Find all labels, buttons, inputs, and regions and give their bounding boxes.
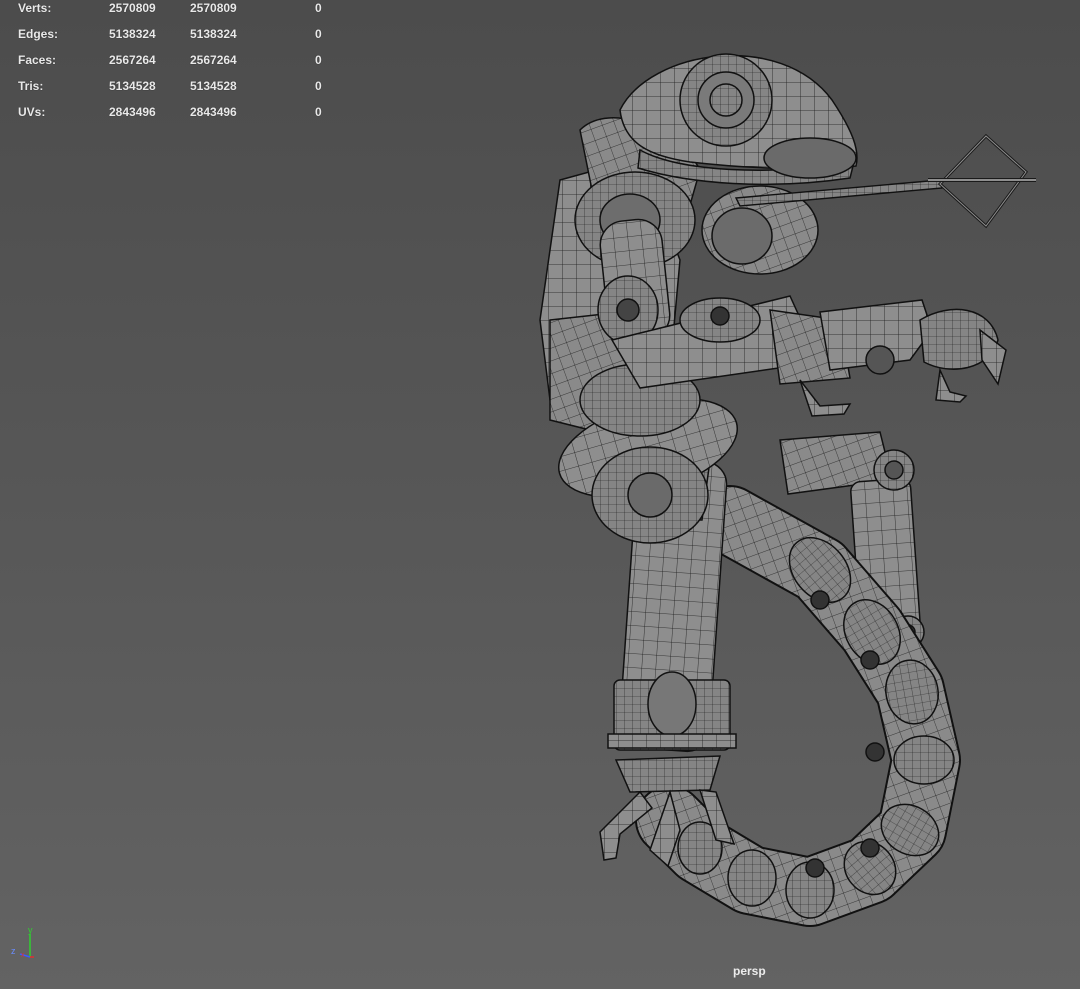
stat-value-selected: 5138324 <box>190 27 237 41</box>
axis-y-label: y <box>28 925 33 935</box>
stat-label: Tris: <box>18 79 44 93</box>
stat-value-extra: 0 <box>315 105 322 119</box>
stat-value: 5134528 <box>109 79 156 93</box>
robot-chameleon-wireframe-model[interactable] <box>520 40 1060 940</box>
stat-value: 5138324 <box>109 27 156 41</box>
axis-x-label: x <box>21 952 25 959</box>
stat-value-extra: 0 <box>315 79 322 93</box>
stat-label: Edges: <box>18 27 59 41</box>
stat-value-extra: 0 <box>315 27 322 41</box>
axis-z-label: z <box>11 946 16 956</box>
stat-value-extra: 0 <box>315 53 322 67</box>
stat-label: Verts: <box>18 1 52 15</box>
stat-value: 2843496 <box>109 105 156 119</box>
camera-label: persp <box>733 964 766 978</box>
stat-label: Faces: <box>18 53 57 67</box>
stat-value: 2567264 <box>109 53 156 67</box>
stat-value: 2570809 <box>109 1 156 15</box>
perspective-viewport[interactable]: Verts: 2570809 2570809 0 Edges: 5138324 … <box>0 0 1080 989</box>
stat-value-selected: 2567264 <box>190 53 237 67</box>
stat-value-selected: 5134528 <box>190 79 237 93</box>
stat-value-selected: 2570809 <box>190 1 237 15</box>
axis-gizmo-icon: y z x <box>11 925 34 959</box>
stat-value-selected: 2843496 <box>190 105 237 119</box>
stat-label: UVs: <box>18 105 46 119</box>
stat-value-extra: 0 <box>315 1 322 15</box>
